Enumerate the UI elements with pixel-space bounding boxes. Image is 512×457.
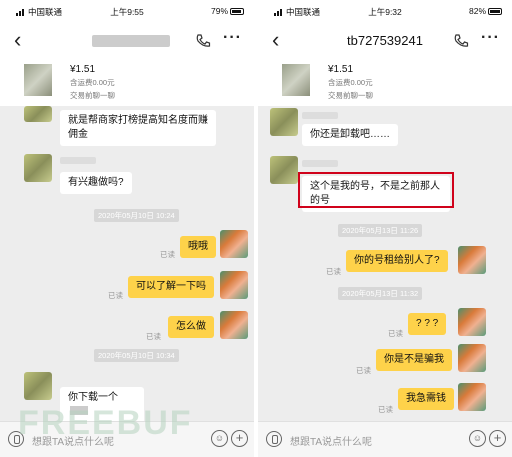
incoming-message: 有兴趣做吗? bbox=[60, 172, 132, 194]
outgoing-message: 我急需钱 bbox=[398, 388, 454, 410]
phone-call-icon[interactable] bbox=[194, 32, 212, 50]
outgoing-message: ? ? ? bbox=[408, 313, 447, 335]
product-price: ¥1.51 bbox=[70, 64, 96, 75]
incoming-message: 你还是卸载吧…… bbox=[302, 124, 398, 146]
trade-note: 交易前聊一聊 bbox=[70, 91, 115, 100]
product-thumbnail bbox=[282, 64, 310, 96]
more-icon[interactable]: ··· bbox=[481, 29, 500, 47]
plus-icon[interactable]: + bbox=[489, 430, 506, 447]
timestamp: 2020年05月13日 11:32 bbox=[338, 287, 423, 300]
avatar[interactable] bbox=[220, 311, 248, 339]
left-chat-screen: 中国联通 上午9:55 79% ‹ ··· ¥1.51 含运费0.00元 交易前… bbox=[0, 0, 254, 457]
screenshot-pair: 中国联通 上午9:55 79% ‹ ··· ¥1.51 含运费0.00元 交易前… bbox=[0, 0, 512, 457]
battery-status: 82% bbox=[469, 6, 502, 16]
read-receipt: 已读 bbox=[326, 267, 341, 276]
avatar[interactable] bbox=[458, 383, 486, 411]
read-receipt: 已读 bbox=[388, 329, 403, 338]
blurred-title bbox=[92, 35, 170, 47]
outgoing-message: 哦哦 bbox=[180, 236, 216, 258]
voice-icon[interactable] bbox=[266, 431, 282, 447]
blurred-name bbox=[302, 112, 338, 119]
outgoing-message: 你的号租给别人了? bbox=[346, 250, 448, 272]
battery-icon bbox=[488, 8, 502, 15]
status-bar: 中国联通 上午9:32 82% bbox=[258, 0, 512, 22]
avatar[interactable] bbox=[24, 106, 52, 122]
phone-call-icon[interactable] bbox=[452, 32, 470, 50]
outgoing-message: 可以了解一下吗 bbox=[128, 276, 214, 298]
chat-header: ‹ tb727539241 ··· bbox=[258, 22, 512, 60]
trade-note: 交易前聊一聊 bbox=[328, 91, 373, 100]
avatar[interactable] bbox=[458, 344, 486, 372]
read-receipt: 已读 bbox=[378, 405, 393, 414]
chat-title: tb727539241 bbox=[347, 33, 423, 48]
back-chevron-icon[interactable]: ‹ bbox=[14, 29, 21, 51]
avatar[interactable] bbox=[270, 156, 298, 184]
product-card[interactable]: ¥1.51 含运费0.00元 交易前聊一聊 bbox=[258, 60, 512, 106]
read-receipt: 已读 bbox=[146, 332, 161, 341]
timestamp: 2020年05月10日 10:34 bbox=[94, 349, 179, 362]
highlight-box bbox=[298, 172, 454, 208]
timestamp: 2020年05月13日 11:26 bbox=[338, 224, 423, 237]
watermark: FREEBUF bbox=[18, 404, 193, 442]
emoji-icon[interactable]: ☺ bbox=[211, 430, 228, 447]
avatar[interactable] bbox=[458, 308, 486, 336]
blurred-name bbox=[60, 157, 96, 164]
product-thumbnail bbox=[24, 64, 52, 96]
chat-header: ‹ ··· bbox=[0, 22, 254, 60]
product-price: ¥1.51 bbox=[328, 64, 354, 75]
plus-icon[interactable]: + bbox=[231, 430, 248, 447]
read-receipt: 已读 bbox=[160, 250, 175, 259]
avatar[interactable] bbox=[220, 230, 248, 258]
battery-status: 79% bbox=[211, 6, 244, 16]
avatar[interactable] bbox=[24, 154, 52, 182]
blurred-name bbox=[302, 160, 338, 167]
avatar[interactable] bbox=[24, 372, 52, 400]
outgoing-message: 你是不是骗我 bbox=[376, 349, 452, 371]
incoming-message: 就是帮商家打榜提高知名度而赚佣金 bbox=[60, 110, 216, 146]
more-icon[interactable]: ··· bbox=[223, 29, 242, 47]
avatar[interactable] bbox=[220, 271, 248, 299]
message-input[interactable]: 想跟TA说点什么呢 bbox=[290, 433, 372, 448]
outgoing-message: 怎么做 bbox=[168, 316, 214, 338]
avatar[interactable] bbox=[458, 246, 486, 274]
emoji-icon[interactable]: ☺ bbox=[469, 430, 486, 447]
read-receipt: 已读 bbox=[108, 291, 123, 300]
battery-icon bbox=[230, 8, 244, 15]
shipping-info: 含运费0.00元 bbox=[328, 78, 373, 87]
timestamp: 2020年05月10日 10:24 bbox=[94, 209, 179, 222]
read-receipt: 已读 bbox=[356, 366, 371, 375]
product-card[interactable]: ¥1.51 含运费0.00元 交易前聊一聊 bbox=[0, 60, 254, 106]
shipping-info: 含运费0.00元 bbox=[70, 78, 115, 87]
status-bar: 中国联通 上午9:55 79% bbox=[0, 0, 254, 22]
right-chat-screen: 中国联通 上午9:32 82% ‹ tb727539241 ··· ¥1.51 … bbox=[258, 0, 512, 457]
avatar[interactable] bbox=[270, 108, 298, 136]
input-bar: 想跟TA说点什么呢 ☺ + bbox=[258, 421, 512, 457]
